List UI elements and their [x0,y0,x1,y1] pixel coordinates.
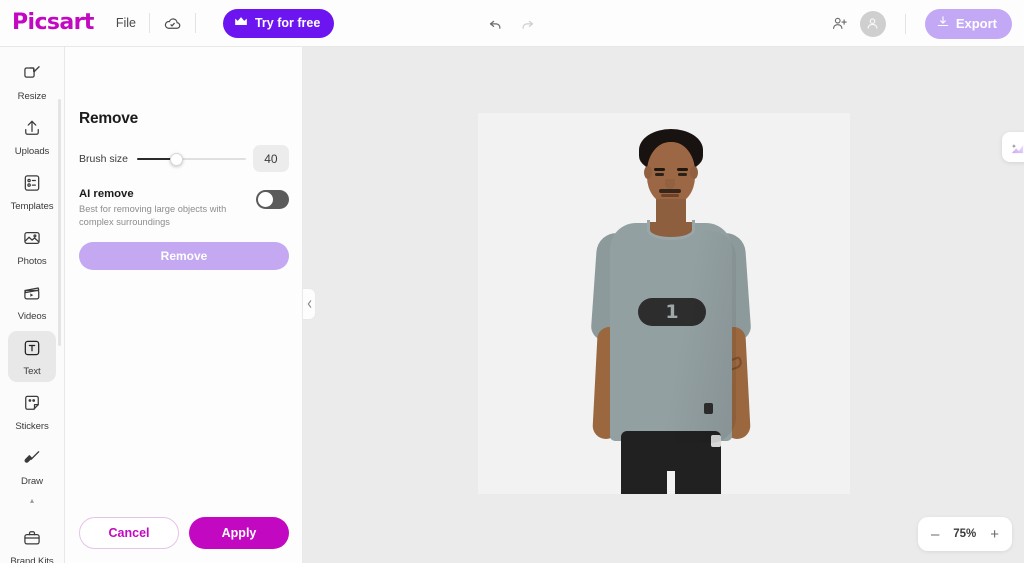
sidebar-label-videos: Videos [17,311,47,322]
header-right-group: Export [826,0,1012,47]
sidebar-label-photos: Photos [17,256,47,267]
briefcase-icon [22,528,42,553]
sidebar-label-stickers: Stickers [15,421,49,432]
tools-sidebar: Resize Uploads Templates Photos Videos T… [0,47,65,563]
ai-remove-setting: AI remove Best for removing large object… [79,188,289,229]
photo-eye-left [655,173,664,176]
header-divider-1 [148,13,150,33]
brush-icon [22,448,42,473]
sidebar-item-brand-kits[interactable]: Brand Kits [8,521,56,563]
photo-brow-left [654,168,665,171]
user-avatar-icon[interactable] [859,10,886,37]
ai-remove-toggle[interactable] [256,190,289,209]
brush-size-slider[interactable] [137,152,247,166]
photo-icon [22,228,42,253]
brush-size-label: Brush size [79,152,129,165]
sidebar-item-uploads[interactable]: Uploads [8,111,56,162]
sidebar-item-videos[interactable]: Videos [8,276,56,327]
sidebar-item-draw[interactable]: Draw [8,441,56,492]
resize-icon [22,63,42,88]
brush-size-control: Brush size 40 [79,145,289,172]
photo-nose [665,179,675,189]
photo-eye-right [678,173,687,176]
panel-title: Remove [79,110,139,127]
cloud-check-icon[interactable] [163,14,182,33]
chevron-left-icon [307,300,311,308]
sidebar-label-resize: Resize [17,91,47,102]
photo-collar-rim [647,220,695,240]
panel-collapse-handle[interactable] [303,288,316,320]
header-divider-2 [194,13,196,33]
slider-knob[interactable] [170,152,184,166]
photo-mouth [661,194,679,197]
upload-icon [22,118,42,143]
zoom-out-button[interactable]: – [931,527,939,542]
history-controls [481,10,541,38]
sidebar-label-brand-kits: Brand Kits [10,556,54,563]
templates-icon [22,173,42,198]
sidebar-item-resize[interactable]: Resize [8,56,56,107]
sidebar-label-templates: Templates [10,201,54,212]
panel-footer: Cancel Apply [65,502,303,563]
sidebar-label-text: Text [23,366,41,377]
apply-button[interactable]: Apply [189,516,289,549]
product-photo[interactable]: 1 [478,113,850,494]
header-divider-3 [904,13,906,34]
try-for-free-button[interactable]: Try for free [222,8,335,38]
photo-ear-right [690,166,698,179]
photo-moustache [659,189,681,193]
redo-button[interactable] [513,10,541,38]
remove-panel: Remove Brush size 40 AI remove Best for … [65,47,303,563]
download-icon [936,15,950,32]
sidebar-collapse-chevron-icon[interactable]: ▴ [30,497,34,505]
video-icon [22,283,42,308]
cancel-button[interactable]: Cancel [79,516,180,549]
sidebar-scrollbar[interactable] [58,99,61,346]
try-for-free-label: Try for free [254,16,321,30]
sidebar-item-text[interactable]: Text [8,331,56,382]
tshirt-number-graphic: 1 [638,298,706,326]
sticker-icon [22,393,42,418]
add-person-icon[interactable] [826,10,854,38]
export-label: Export [955,16,997,31]
brush-size-input[interactable]: 40 [252,145,289,172]
ai-remove-title: AI remove [79,188,134,200]
sidebar-label-uploads: Uploads [14,146,50,157]
canvas-area[interactable]: 1 – 75% + [303,47,1024,563]
ai-remove-description: Best for removing large objects with com… [79,204,227,227]
sidebar-item-stickers[interactable]: Stickers [8,386,56,437]
photo-shorts-gap [667,471,675,494]
photo-brow-right [677,168,688,171]
file-menu[interactable]: File [116,16,136,30]
toggle-knob [258,192,273,207]
app-header: Picsart File Try for free Export [0,0,1024,47]
zoom-control: – 75% + [918,517,1012,551]
photo-tshirt [610,223,732,441]
photo-ear-left [644,166,652,179]
sidebar-label-draw: Draw [21,476,43,487]
sidebar-item-photos[interactable]: Photos [8,221,56,272]
sidebar-item-templates[interactable]: Templates [8,166,56,217]
ai-enhance-icon[interactable] [1002,132,1024,162]
artboard[interactable]: 1 [478,113,850,494]
picsart-logo[interactable]: Picsart [12,12,94,34]
export-button[interactable]: Export [924,8,1012,39]
zoom-in-button[interactable]: + [990,527,999,542]
shorts-logo-tag [711,435,721,447]
zoom-level-value: 75% [953,528,977,540]
remove-button[interactable]: Remove [79,242,289,270]
undo-button[interactable] [481,10,509,38]
text-icon [22,338,42,363]
picsart-editor: Picsart File Try for free Export Resize … [0,0,1024,563]
tshirt-logo-tag [704,403,713,414]
ai-remove-texts: AI remove Best for removing large object… [79,188,234,229]
crown-icon [234,16,248,30]
